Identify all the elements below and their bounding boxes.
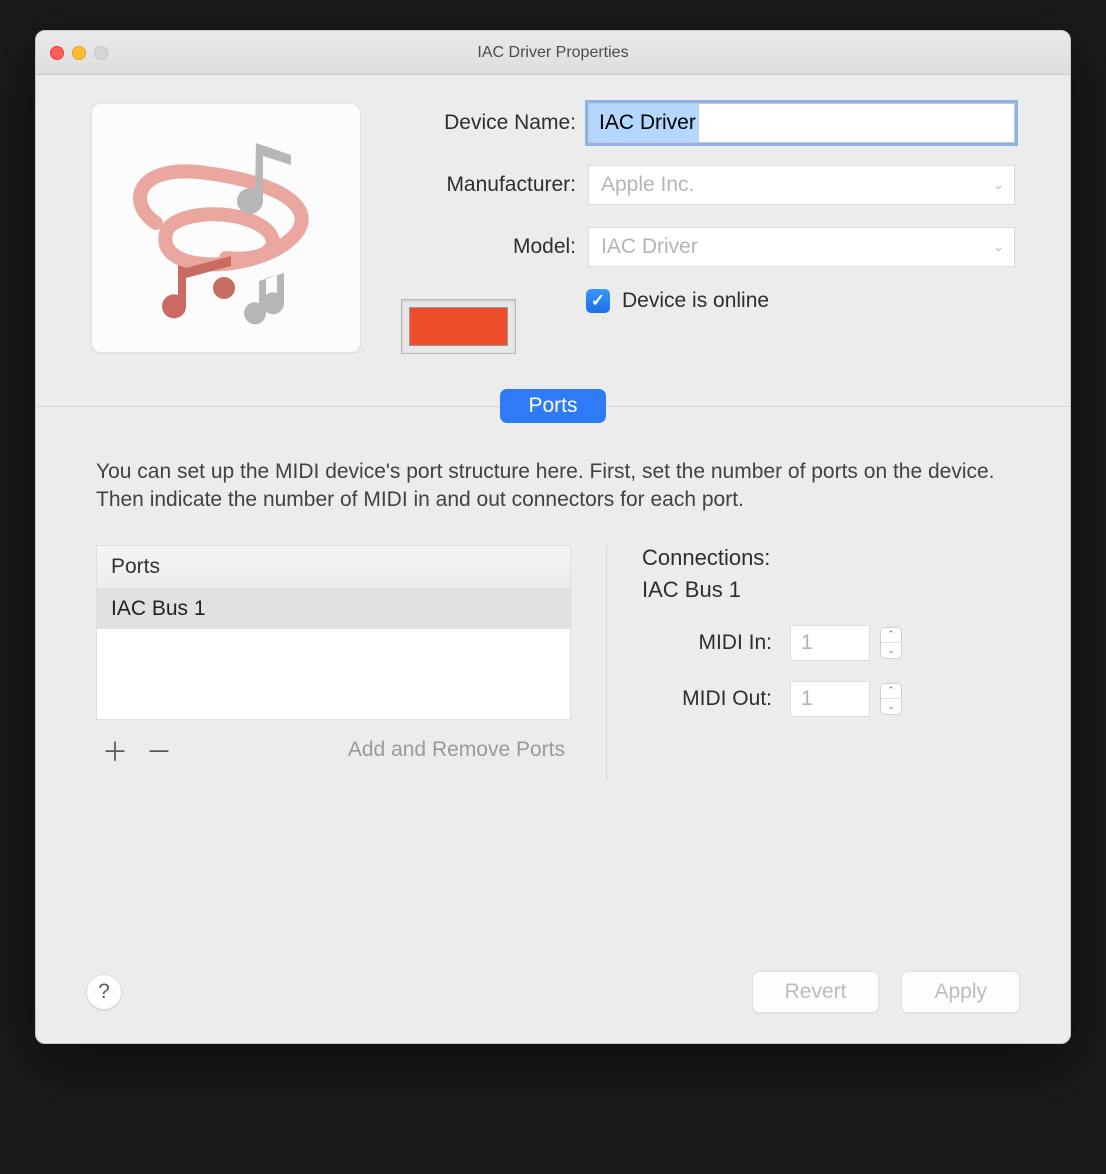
- apply-button[interactable]: Apply: [901, 971, 1020, 1013]
- minimize-icon[interactable]: [72, 46, 86, 60]
- connections-bus-name: IAC Bus 1: [642, 577, 1010, 603]
- device-online-label: Device is online: [622, 289, 769, 313]
- ports-table: Ports IAC Bus 1: [96, 545, 571, 720]
- midi-in-field[interactable]: [790, 625, 870, 661]
- ports-toolbar: ＋ － Add and Remove Ports: [96, 720, 571, 781]
- manufacturer-combo[interactable]: Apple Inc. ⌄: [588, 165, 1015, 205]
- ports-column-header[interactable]: Ports: [97, 546, 570, 589]
- help-button[interactable]: ?: [86, 974, 122, 1010]
- footer: ? Revert Apply: [36, 951, 1070, 1043]
- ports-list-panel: Ports IAC Bus 1 ＋ － Add and Remove Ports: [96, 545, 571, 781]
- close-icon[interactable]: [50, 46, 64, 60]
- chevron-down-icon[interactable]: ⌄: [881, 699, 901, 714]
- window-controls: [50, 46, 108, 60]
- chevron-down-icon: ⌄: [993, 177, 1004, 193]
- instructions-text: You can set up the MIDI device's port st…: [96, 458, 1010, 515]
- vertical-divider: [606, 545, 607, 781]
- zoom-icon: [94, 46, 108, 60]
- device-online-checkbox[interactable]: ✓: [586, 289, 610, 313]
- model-value: IAC Driver: [601, 235, 698, 259]
- chevron-up-icon[interactable]: ⌃: [881, 628, 901, 643]
- manufacturer-label: Manufacturer:: [401, 173, 576, 197]
- revert-button[interactable]: Revert: [752, 971, 880, 1013]
- manufacturer-value: Apple Inc.: [601, 173, 694, 197]
- ports-empty-area[interactable]: [97, 629, 570, 719]
- connections-title: Connections:: [642, 545, 1010, 571]
- form-area: Device Name: Manufacturer: Apple Inc. ⌄ …: [401, 103, 1015, 354]
- midi-out-field[interactable]: [790, 681, 870, 717]
- titlebar: IAC Driver Properties: [36, 31, 1070, 75]
- device-icon[interactable]: [91, 103, 361, 353]
- table-row[interactable]: IAC Bus 1: [97, 589, 570, 629]
- midi-in-label: MIDI In:: [642, 631, 772, 655]
- device-name-label: Device Name:: [401, 111, 576, 135]
- midi-out-stepper[interactable]: ⌃ ⌄: [880, 683, 902, 715]
- midi-out-label: MIDI Out:: [642, 687, 772, 711]
- music-swirl-icon: [116, 123, 336, 333]
- model-combo[interactable]: IAC Driver ⌄: [588, 227, 1015, 267]
- properties-window: IAC Driver Properties: [35, 30, 1071, 1044]
- device-info-section: Device Name: Manufacturer: Apple Inc. ⌄ …: [36, 75, 1070, 384]
- ports-section: You can set up the MIDI device's port st…: [36, 423, 1070, 791]
- model-label: Model:: [401, 235, 576, 259]
- device-name-field[interactable]: [588, 103, 1015, 143]
- remove-port-button[interactable]: －: [146, 732, 172, 769]
- tab-ports[interactable]: Ports: [500, 389, 605, 423]
- color-well[interactable]: [401, 299, 516, 354]
- chevron-down-icon: ⌄: [993, 239, 1004, 255]
- chevron-up-icon[interactable]: ⌃: [881, 684, 901, 699]
- add-port-button[interactable]: ＋: [102, 732, 128, 769]
- midi-in-stepper[interactable]: ⌃ ⌄: [880, 627, 902, 659]
- chevron-down-icon[interactable]: ⌄: [881, 643, 901, 658]
- ports-toolbar-caption: Add and Remove Ports: [348, 738, 565, 762]
- tab-bar: Ports: [36, 389, 1070, 423]
- color-swatch: [409, 307, 508, 346]
- window-title: IAC Driver Properties: [36, 44, 1070, 62]
- connections-panel: Connections: IAC Bus 1 MIDI In: ⌃ ⌄ MIDI…: [642, 545, 1010, 781]
